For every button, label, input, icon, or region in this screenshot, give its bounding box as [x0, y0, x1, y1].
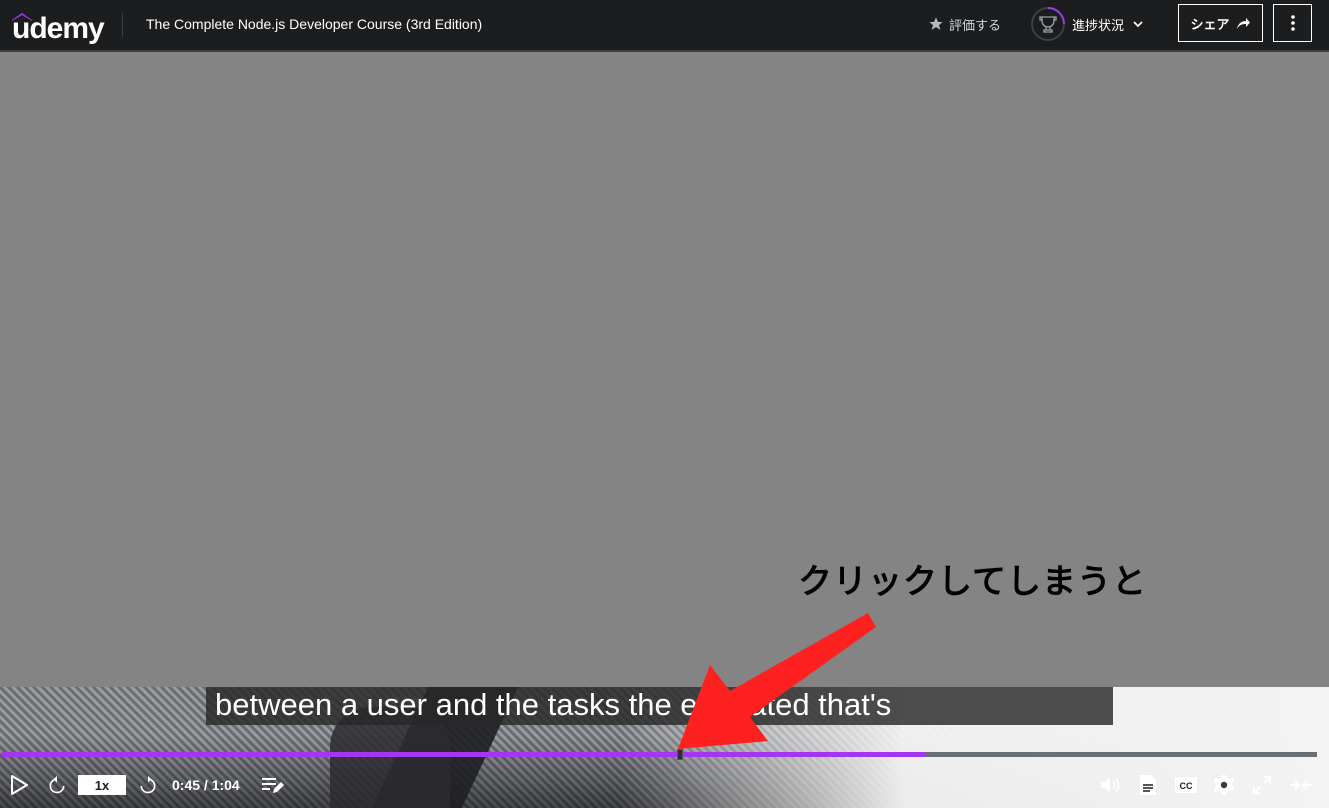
time-display: 0:45 / 1:04 [172, 777, 240, 793]
collapse-sidebar-button[interactable] [1288, 773, 1314, 797]
transcript-icon [1140, 775, 1156, 795]
progress-label: 進捗状況 [1072, 17, 1125, 33]
logo-text: udemy [12, 12, 105, 45]
annotation-text: クリックしてしまうと [798, 563, 1147, 601]
share-button[interactable]: シェア [1178, 4, 1263, 42]
seek-thumb[interactable] [677, 749, 683, 760]
seek-bar[interactable] [2, 749, 1317, 760]
playback-speed-button[interactable]: 1x [78, 775, 126, 795]
forward-button[interactable] [136, 773, 160, 797]
progress-dropdown[interactable]: 進捗状況 [1030, 6, 1144, 42]
red-arrow-icon [678, 613, 876, 749]
more-options-button[interactable] [1273, 4, 1312, 42]
control-bar: 1x 0:45 / 1:04 CC [0, 765, 1329, 808]
share-arrow-icon [1236, 18, 1250, 29]
udemy-logo[interactable]: udemy [6, 6, 105, 45]
fullscreen-button[interactable] [1250, 773, 1274, 797]
chevron-down-icon [1133, 21, 1143, 28]
rate-button[interactable]: 評価する [928, 14, 1001, 34]
forward-icon [140, 775, 156, 794]
rate-label: 評価する [949, 17, 1002, 33]
svg-text:CC: CC [1180, 781, 1193, 791]
play-icon [11, 775, 28, 795]
captions-icon: CC [1175, 777, 1197, 793]
settings-button[interactable] [1212, 773, 1236, 797]
rewind-icon [49, 775, 65, 794]
course-title[interactable]: The Complete Node.js Developer Course (3… [146, 16, 482, 32]
rewind-button[interactable] [45, 773, 69, 797]
header-divider [122, 13, 123, 37]
video-player[interactable]: クリックしてしまうと between a user and the tasks … [0, 52, 1329, 808]
star-icon [929, 17, 943, 30]
share-label: シェア [1190, 16, 1230, 32]
add-note-button[interactable] [259, 773, 285, 797]
transcript-button[interactable] [1136, 773, 1160, 797]
seek-progress [2, 752, 926, 757]
volume-icon [1100, 777, 1120, 793]
notes-icon [262, 778, 284, 793]
more-vertical-icon [1290, 15, 1295, 31]
play-button[interactable] [8, 773, 30, 797]
fullscreen-icon [1253, 776, 1271, 794]
volume-button[interactable] [1098, 773, 1122, 797]
settings-icon [1213, 774, 1235, 796]
top-header: udemy The Complete Node.js Developer Cou… [0, 0, 1329, 52]
captions-button[interactable]: CC [1173, 773, 1199, 797]
collapse-icon [1290, 780, 1312, 790]
trophy-icon [1031, 7, 1065, 41]
